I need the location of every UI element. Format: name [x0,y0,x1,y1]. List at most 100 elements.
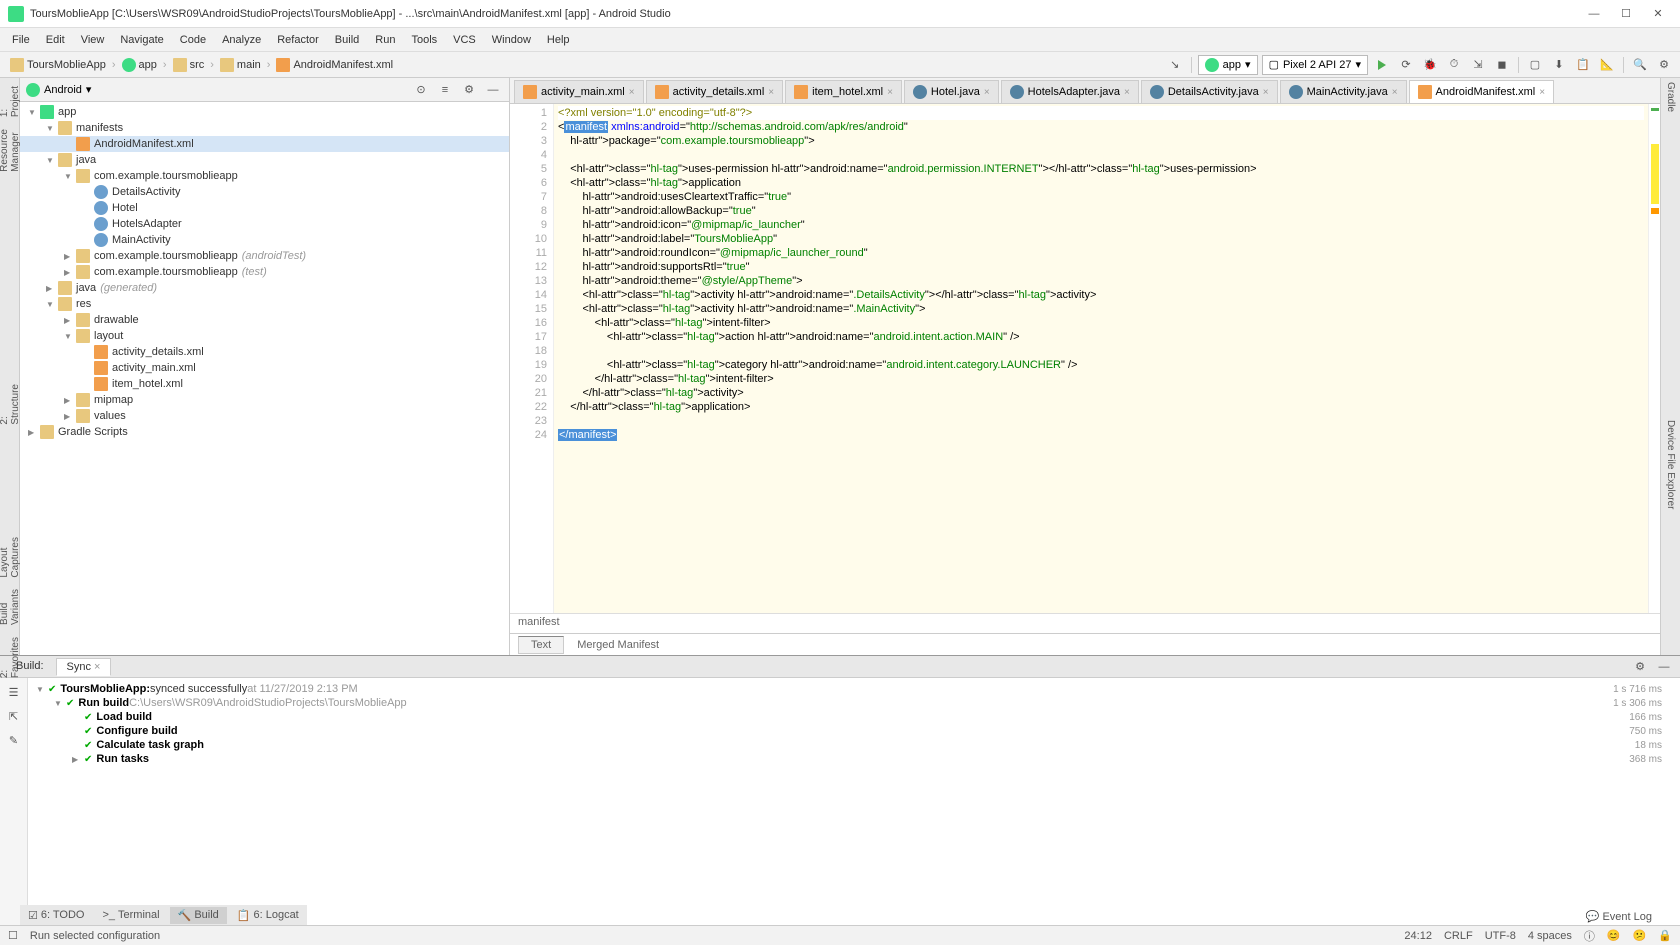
indent-setting[interactable]: 4 spaces [1528,930,1572,942]
build-item[interactable]: ✔Configure build750 ms [32,724,1676,738]
close-icon[interactable]: × [1263,87,1269,98]
menu-navigate[interactable]: Navigate [112,30,171,50]
tree-item-manifests[interactable]: ▼manifests [20,120,509,136]
debug-button[interactable]: 🐞 [1420,55,1440,75]
crumb-4[interactable]: AndroidManifest.xml [272,56,397,74]
tree-item-hotelsadapter[interactable]: HotelsAdapter [20,216,509,232]
editor-tab-mainactivity-java[interactable]: MainActivity.java× [1280,80,1407,103]
tree-item-values[interactable]: ▶values [20,408,509,424]
tree-item-gradle-scripts[interactable]: ▶Gradle Scripts [20,424,509,440]
menu-run[interactable]: Run [367,30,403,50]
editor-breadcrumb[interactable]: manifest [510,613,1660,633]
lock-icon[interactable]: 🔒 [1658,929,1672,942]
context-icon[interactable]: ⓘ [1584,928,1595,944]
tree-item-app[interactable]: ▼app [20,104,509,120]
tree-item-layout[interactable]: ▼layout [20,328,509,344]
build-item[interactable]: ▶✔Run tasks368 ms [32,752,1676,766]
editor-tab-activity-main-xml[interactable]: activity_main.xml× [514,80,644,103]
project-tool-tab[interactable]: 1: Project [0,82,21,121]
close-icon[interactable]: × [768,87,774,98]
project-view-mode[interactable]: Android [44,84,82,96]
editor-tab-item-hotel-xml[interactable]: item_hotel.xml× [785,80,902,103]
search-button[interactable]: 🔍 [1630,55,1650,75]
sdk-button[interactable]: ⬇ [1549,55,1569,75]
menu-view[interactable]: View [73,30,113,50]
locate-file-button[interactable]: ⊙ [411,80,431,100]
tool-tab-build[interactable]: 🔨Build [170,907,227,924]
build-settings-button[interactable]: ⚙ [1630,657,1650,677]
run-config-combo[interactable]: app ▾ [1198,55,1258,75]
code-editor[interactable]: <?xml version="1.0" encoding="utf-8"?><m… [554,104,1648,613]
tree-item-java[interactable]: ▼java [20,152,509,168]
crumb-2[interactable]: src [169,56,209,74]
line-separator[interactable]: CRLF [1444,930,1473,942]
menu-tools[interactable]: Tools [403,30,445,50]
pane-settings-button[interactable]: ⚙ [459,80,479,100]
apply-changes-button[interactable]: ⟳ [1396,55,1416,75]
build-item[interactable]: ✔Calculate task graph18 ms [32,738,1676,752]
menu-build[interactable]: Build [327,30,367,50]
editor-subtab-text[interactable]: Text [518,636,564,654]
crumb-3[interactable]: main [216,56,265,74]
run-button[interactable] [1372,55,1392,75]
minimize-button[interactable]: — [1580,4,1608,24]
menu-help[interactable]: Help [539,30,578,50]
event-log-tab[interactable]: 💬 Event Log [1578,908,1660,925]
close-icon[interactable]: × [1392,87,1398,98]
editor-tab-androidmanifest-xml[interactable]: AndroidManifest.xml× [1409,80,1555,104]
tree-item-item-hotel-xml[interactable]: item_hotel.xml [20,376,509,392]
maximize-button[interactable]: ☐ [1612,4,1640,24]
tree-item-drawable[interactable]: ▶drawable [20,312,509,328]
build-hide-button[interactable]: — [1654,657,1674,677]
quick-access-icon[interactable]: ☐ [8,929,18,942]
resource-manager-tab[interactable]: Resource Manager [0,125,21,176]
build-output-tree[interactable]: ▼✔ToursMoblieApp: synced successfully at… [28,678,1680,925]
tree-item-detailsactivity[interactable]: DetailsActivity [20,184,509,200]
editor-subtab-merged-manifest[interactable]: Merged Manifest [564,636,672,654]
attach-debugger-button[interactable]: ⇲ [1468,55,1488,75]
tool-tab-todo[interactable]: ☑6: TODO [20,907,92,924]
tool-tab-logcat[interactable]: 📋6: Logcat [229,907,307,924]
device-explorer-tab[interactable]: Device File Explorer [1665,416,1676,513]
menu-refactor[interactable]: Refactor [269,30,327,50]
device-combo[interactable]: ▢ Pixel 2 API 27 ▾ [1262,55,1368,75]
smiley-ok-icon[interactable]: 😊 [1607,929,1621,942]
favorites-tab[interactable]: 2: Favorites [0,633,21,682]
build-expand-button[interactable]: ⇱ [4,706,24,726]
tree-item-activity-details-xml[interactable]: activity_details.xml [20,344,509,360]
avd-button[interactable]: ▢ [1525,55,1545,75]
tree-item-androidmanifest-xml[interactable]: AndroidManifest.xml [20,136,509,152]
build-tab-sync[interactable]: Sync × [56,658,112,676]
editor-tab-hotel-java[interactable]: Hotel.java× [904,80,999,103]
close-icon[interactable]: × [629,87,635,98]
tree-item-java[interactable]: ▶java(generated) [20,280,509,296]
profile-button[interactable]: ⏱ [1444,55,1464,75]
resource-button[interactable]: 📋 [1573,55,1593,75]
smiley-sad-icon[interactable]: 😕 [1633,929,1647,942]
crumb-1[interactable]: app [118,56,161,74]
tree-item-com-example-toursmoblieapp[interactable]: ▶com.example.toursmoblieapp(androidTest) [20,248,509,264]
menu-edit[interactable]: Edit [38,30,73,50]
editor-tab-detailsactivity-java[interactable]: DetailsActivity.java× [1141,80,1278,103]
tree-item-res[interactable]: ▼res [20,296,509,312]
editor-tab-activity-details-xml[interactable]: activity_details.xml× [646,80,784,103]
build-variants-tab[interactable]: Build Variants [0,585,21,629]
close-icon[interactable]: × [1124,87,1130,98]
menu-vcs[interactable]: VCS [445,30,484,50]
close-button[interactable]: ✕ [1644,4,1672,24]
menu-code[interactable]: Code [172,30,214,50]
tree-item-com-example-toursmoblieapp[interactable]: ▶com.example.toursmoblieapp(test) [20,264,509,280]
gradle-tool-tab[interactable]: Gradle [1665,78,1676,116]
build-toggle-button[interactable]: ☰ [4,682,24,702]
build-item[interactable]: ✔Load build166 ms [32,710,1676,724]
make-button[interactable]: ↘ [1165,55,1185,75]
menu-analyze[interactable]: Analyze [214,30,269,50]
project-tree[interactable]: ▼app▼manifestsAndroidManifest.xml▼java▼c… [20,102,509,655]
structure-tool-tab[interactable]: 2: Structure [0,380,21,429]
encoding[interactable]: UTF-8 [1485,930,1516,942]
hide-pane-button[interactable]: — [483,80,503,100]
stop-button[interactable]: ◼ [1492,55,1512,75]
menu-window[interactable]: Window [484,30,539,50]
settings-button[interactable]: ⚙ [1654,55,1674,75]
tree-item-hotel[interactable]: Hotel [20,200,509,216]
